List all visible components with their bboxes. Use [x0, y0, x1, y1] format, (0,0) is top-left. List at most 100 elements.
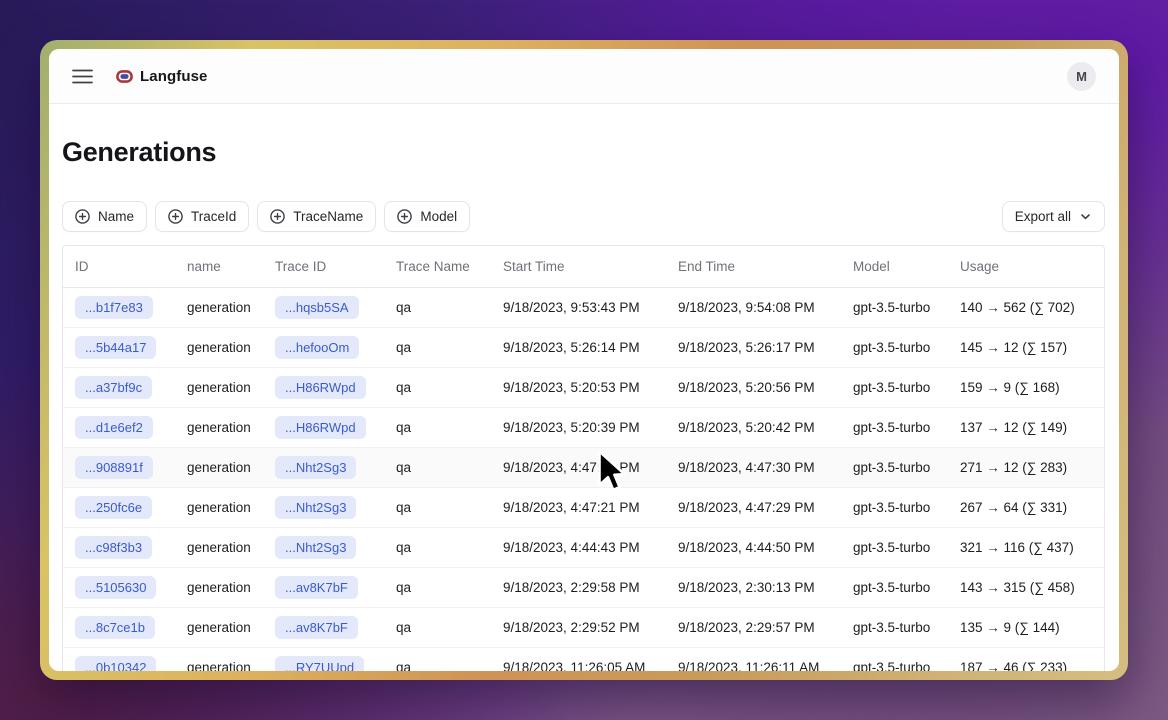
table-row[interactable]: ...5105630 generation ...av8K7bF qa 9/18… [63, 567, 1104, 607]
cell-model: gpt-3.5-turbo [841, 407, 948, 447]
main-content: Generations Name TraceId TraceName Model [49, 104, 1119, 671]
trace-id-badge[interactable]: ...Nht2Sg3 [275, 456, 356, 479]
cell-usage: 143 → 315 (∑ 458) [948, 567, 1104, 607]
generation-id-badge[interactable]: ...c98f3b3 [75, 536, 152, 559]
filter-toolbar: Name TraceId TraceName Model Export all [62, 201, 1105, 232]
generation-id-badge[interactable]: ...8c7ce1b [75, 616, 155, 639]
column-header-trace-name: Trace Name [384, 246, 491, 287]
app-header: Langfuse M [49, 49, 1119, 104]
export-all-label: Export all [1015, 209, 1071, 224]
trace-id-badge[interactable]: ...av8K7bF [275, 616, 358, 639]
cell-name: generation [175, 447, 263, 487]
cell-start-time: 9/18/2023, 5:20:39 PM [491, 407, 666, 447]
cell-model: gpt-3.5-turbo [841, 287, 948, 327]
filter-label: TraceId [191, 209, 236, 224]
column-header-id: ID [63, 246, 175, 287]
table-row[interactable]: ...d1e6ef2 generation ...H86RWpd qa 9/18… [63, 407, 1104, 447]
table-row[interactable]: ...c98f3b3 generation ...Nht2Sg3 qa 9/18… [63, 527, 1104, 567]
trace-id-badge[interactable]: ...av8K7bF [275, 576, 358, 599]
generation-id-badge[interactable]: ...5105630 [75, 576, 156, 599]
cell-model: gpt-3.5-turbo [841, 367, 948, 407]
cell-usage: 159 → 9 (∑ 168) [948, 367, 1104, 407]
cell-usage: 271 → 12 (∑ 283) [948, 447, 1104, 487]
cell-trace-name: qa [384, 367, 491, 407]
cell-start-time: 9/18/2023, 5:26:14 PM [491, 327, 666, 367]
plus-circle-icon [397, 209, 412, 224]
cell-start-time: 9/18/2023, 2:29:58 PM [491, 567, 666, 607]
generation-id-badge[interactable]: ...0b10342 [75, 656, 156, 672]
trace-id-badge[interactable]: ...hefooOm [275, 336, 359, 359]
plus-circle-icon [168, 209, 183, 224]
cell-name: generation [175, 407, 263, 447]
filter-add-traceid-button[interactable]: TraceId [155, 201, 249, 232]
cell-trace-name: qa [384, 647, 491, 671]
cell-name: generation [175, 647, 263, 671]
avatar[interactable]: M [1067, 62, 1096, 91]
cell-model: gpt-3.5-turbo [841, 487, 948, 527]
trace-id-badge[interactable]: ...H86RWpd [275, 376, 366, 399]
table-row[interactable]: ...8c7ce1b generation ...av8K7bF qa 9/18… [63, 607, 1104, 647]
filter-label: TraceName [293, 209, 363, 224]
cell-model: gpt-3.5-turbo [841, 647, 948, 671]
cell-end-time: 9/18/2023, 4:47:30 PM [666, 447, 841, 487]
filter-label: Name [98, 209, 134, 224]
table-row[interactable]: ...0b10342 generation ...RY7UUpd qa 9/18… [63, 647, 1104, 671]
page-title: Generations [62, 137, 1105, 168]
table-row[interactable]: ...a37bf9c generation ...H86RWpd qa 9/18… [63, 367, 1104, 407]
generation-id-badge[interactable]: ...5b44a17 [75, 336, 156, 359]
column-header-usage: Usage [948, 246, 1104, 287]
desktop-background: { "header": { "brand": "Langfuse", "avat… [0, 0, 1168, 720]
trace-id-badge[interactable]: ...RY7UUpd [275, 656, 364, 672]
cell-trace-name: qa [384, 567, 491, 607]
trace-id-badge[interactable]: ...H86RWpd [275, 416, 366, 439]
cell-usage: 187 → 46 (∑ 233) [948, 647, 1104, 671]
cell-trace-name: qa [384, 327, 491, 367]
generation-id-badge[interactable]: ...b1f7e83 [75, 296, 153, 319]
trace-id-badge[interactable]: ...hqsb5SA [275, 296, 359, 319]
generations-table: ID name Trace ID Trace Name Start Time E… [62, 245, 1105, 671]
trace-id-badge[interactable]: ...Nht2Sg3 [275, 536, 356, 559]
column-header-trace-id: Trace ID [263, 246, 384, 287]
app-window: Langfuse M Generations Name TraceId Trac… [40, 40, 1128, 680]
cell-model: gpt-3.5-turbo [841, 567, 948, 607]
filter-add-name-button[interactable]: Name [62, 201, 147, 232]
cell-usage: 140 → 562 (∑ 702) [948, 287, 1104, 327]
cell-start-time: 9/18/2023, 11:26:05 AM [491, 647, 666, 671]
cell-end-time: 9/18/2023, 5:26:17 PM [666, 327, 841, 367]
generation-id-badge[interactable]: ...a37bf9c [75, 376, 152, 399]
cell-usage: 135 → 9 (∑ 144) [948, 607, 1104, 647]
generation-id-badge[interactable]: ...250fc6e [75, 496, 152, 519]
brand-home-link[interactable]: Langfuse [116, 68, 207, 85]
generation-id-badge[interactable]: ...d1e6ef2 [75, 416, 153, 439]
brand-label: Langfuse [140, 68, 207, 85]
plus-circle-icon [75, 209, 90, 224]
table-row[interactable]: ...b1f7e83 generation ...hqsb5SA qa 9/18… [63, 287, 1104, 327]
export-all-button[interactable]: Export all [1002, 201, 1105, 232]
cell-model: gpt-3.5-turbo [841, 527, 948, 567]
generation-id-badge[interactable]: ...908891f [75, 456, 153, 479]
menu-button[interactable] [72, 69, 93, 84]
filter-add-tracename-button[interactable]: TraceName [257, 201, 376, 232]
cell-name: generation [175, 327, 263, 367]
table-row[interactable]: ...5b44a17 generation ...hefooOm qa 9/18… [63, 327, 1104, 367]
table-row[interactable]: ...250fc6e generation ...Nht2Sg3 qa 9/18… [63, 487, 1104, 527]
cell-usage: 321 → 116 (∑ 437) [948, 527, 1104, 567]
cell-end-time: 9/18/2023, 2:29:57 PM [666, 607, 841, 647]
cell-trace-name: qa [384, 407, 491, 447]
cell-usage: 145 → 12 (∑ 157) [948, 327, 1104, 367]
chevron-down-icon [1079, 210, 1092, 223]
cell-end-time: 9/18/2023, 4:47:29 PM [666, 487, 841, 527]
table-row[interactable]: ...908891f generation ...Nht2Sg3 qa 9/18… [63, 447, 1104, 487]
trace-id-badge[interactable]: ...Nht2Sg3 [275, 496, 356, 519]
app-window-content: Langfuse M Generations Name TraceId Trac… [49, 49, 1119, 671]
cell-model: gpt-3.5-turbo [841, 447, 948, 487]
cell-trace-name: qa [384, 607, 491, 647]
plus-circle-icon [270, 209, 285, 224]
column-header-name: name [175, 246, 263, 287]
cell-trace-name: qa [384, 487, 491, 527]
cell-end-time: 9/18/2023, 11:26:11 AM [666, 647, 841, 671]
cell-trace-name: qa [384, 447, 491, 487]
filter-add-model-button[interactable]: Model [384, 201, 470, 232]
cell-model: gpt-3.5-turbo [841, 327, 948, 367]
cell-start-time: 9/18/2023, 5:20:53 PM [491, 367, 666, 407]
